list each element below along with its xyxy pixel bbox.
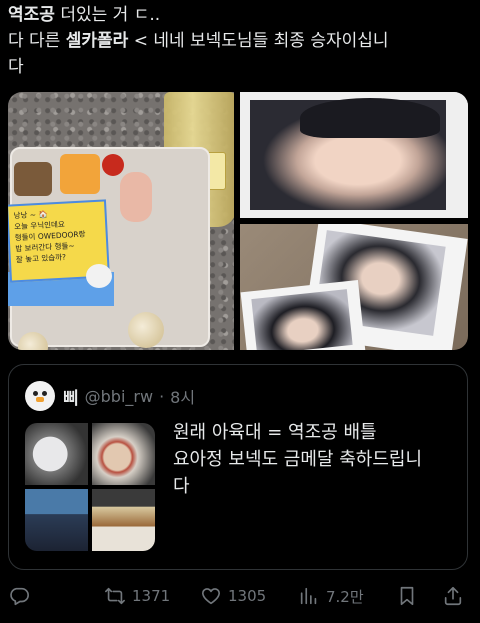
rice-ball — [128, 312, 164, 348]
post-line-3: 다 — [8, 57, 24, 77]
share-icon — [444, 586, 462, 606]
food-item — [120, 172, 152, 222]
retweet-button[interactable]: 1371 — [104, 582, 170, 610]
food-item — [14, 162, 52, 196]
food-item — [60, 154, 100, 194]
retweet-count: 1371 — [132, 587, 171, 605]
quoted-thumbnail — [25, 423, 88, 485]
bookmark-icon — [400, 586, 414, 606]
media-grid: 낭낭 ~ 🏠 오늘 우닉인데요 형들이 OWEDOOR랑 밥 보러간다 형들~ … — [8, 92, 468, 350]
quoted-display-name[interactable]: 삐 — [63, 384, 79, 409]
avatar-eye — [42, 391, 47, 396]
quoted-post-header: 삐 @bbi_rw · 8시 — [25, 381, 195, 411]
figurine — [86, 264, 112, 288]
media-photo-polaroids[interactable] — [240, 224, 468, 350]
quoted-handle[interactable]: @bbi_rw — [85, 387, 153, 406]
post-line-2: 다 다른 셀카폴라 < 네네 보넥도님들 최종 승자이십니 — [8, 28, 476, 54]
selfie-hair — [300, 98, 440, 138]
views-chart-icon — [300, 587, 317, 605]
post-line-1-bold: 역조공 — [8, 5, 55, 25]
polaroid-photo — [251, 289, 353, 350]
action-bar: 1371 1305 7.2만 — [0, 582, 480, 610]
like-count: 1305 — [228, 587, 267, 605]
quoted-text-line: 요아정 보넥도 금메달 축하드립니 — [173, 449, 423, 470]
media-photo-selfie-card[interactable] — [240, 92, 468, 218]
reply-icon — [10, 587, 29, 606]
like-button[interactable]: 1305 — [200, 582, 266, 610]
post-line-1-rest: 더있는 거 ㄷ.. — [54, 5, 161, 25]
views-count: 7.2만 — [326, 587, 364, 606]
heart-icon — [201, 588, 221, 605]
reply-button[interactable] — [8, 582, 30, 610]
media-photo-lunchbox[interactable]: 낭낭 ~ 🏠 오늘 우닉인데요 형들이 OWEDOOR랑 밥 보러간다 형들~ … — [8, 92, 234, 350]
quoted-text-line: 원래 아육대 = 역조공 배틀 — [173, 422, 377, 443]
quoted-time[interactable]: 8시 — [170, 384, 195, 408]
bookmark-button[interactable] — [396, 582, 418, 610]
share-button[interactable] — [442, 582, 464, 610]
food-item — [102, 154, 124, 176]
meta-separator: · — [159, 386, 165, 406]
post-text: 역조공 더있는 거 ㄷ.. 다 다른 셀카폴라 < 네네 보넥도님들 최종 승자… — [8, 2, 476, 80]
quoted-text-line: 다 — [173, 476, 190, 497]
quoted-media-grid[interactable] — [25, 423, 155, 551]
quoted-thumbnail — [92, 489, 155, 551]
avatar-eye — [33, 391, 38, 396]
quoted-thumbnail — [25, 489, 88, 551]
post-line-2-rest: < 네네 보넥도님들 최종 승자이십니 — [128, 31, 389, 51]
post-line-1: 역조공 더있는 거 ㄷ.. — [8, 2, 476, 28]
avatar[interactable] — [25, 381, 55, 411]
avatar-beak — [36, 397, 44, 402]
quoted-thumbnail — [92, 423, 155, 485]
post-line-2-bold: 셀카폴라 — [65, 31, 129, 51]
retweet-icon — [105, 587, 125, 605]
views-button[interactable]: 7.2만 — [298, 582, 364, 610]
quoted-post[interactable]: 삐 @bbi_rw · 8시 원래 아육대 = 역조공 배틀 요아정 보넥도 금… — [8, 364, 468, 570]
post-line-2-prefix: 다 다른 — [8, 31, 66, 51]
quoted-text: 원래 아육대 = 역조공 배틀 요아정 보넥도 금메달 축하드립니 다 — [173, 419, 459, 500]
